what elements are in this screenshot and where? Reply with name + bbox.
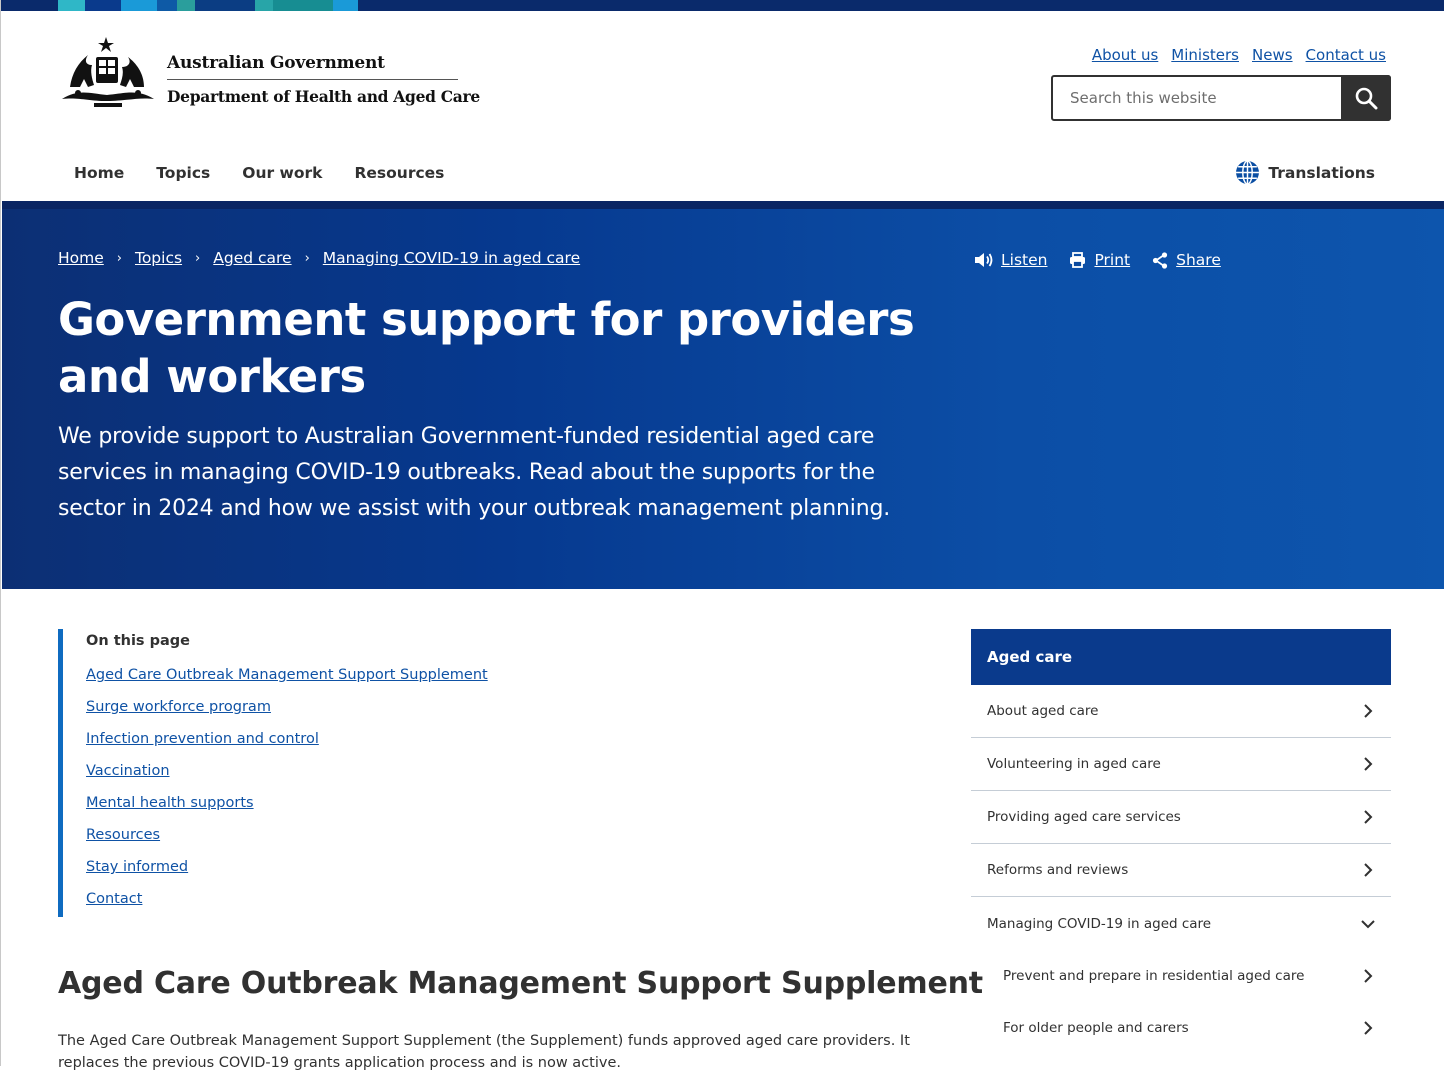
ministers-link[interactable]: Ministers — [1171, 46, 1239, 64]
print-link[interactable]: Print — [1094, 251, 1130, 269]
chevron-right-icon: › — [304, 250, 310, 266]
on-this-page: On this page Aged Care Outbreak Manageme… — [58, 629, 518, 917]
globe-icon — [1236, 160, 1260, 185]
listen-link[interactable]: Listen — [1001, 251, 1047, 269]
logo-divider — [167, 79, 458, 80]
side-nav-label: About aged care — [987, 703, 1099, 719]
section-paragraph: The Aged Care Outbreak Management Suppor… — [58, 1033, 910, 1071]
speaker-icon — [975, 253, 993, 267]
otp-link-mental-health[interactable]: Mental health supports — [86, 795, 254, 811]
org-name-line2: Department of Health and Aged Care — [167, 87, 480, 106]
news-link[interactable]: News — [1252, 46, 1293, 64]
side-navigation: Aged care About aged care Volunteering i… — [971, 629, 1391, 1054]
side-nav-heading[interactable]: Aged care — [971, 629, 1391, 685]
otp-link-stay-informed[interactable]: Stay informed — [86, 859, 188, 875]
otp-link-surge-workforce[interactable]: Surge workforce program — [86, 699, 271, 715]
list-item: Stay informed — [86, 859, 518, 891]
translations-button[interactable]: Translations — [1235, 160, 1375, 185]
org-name-line1: Australian Government — [167, 53, 385, 73]
nav-our-work[interactable]: Our work — [226, 150, 338, 208]
list-item: Aged Care Outbreak Management Support Su… — [86, 667, 518, 699]
otp-link-resources[interactable]: Resources — [86, 827, 160, 843]
search-button[interactable] — [1341, 75, 1391, 121]
chevron-down-icon — [1361, 919, 1375, 928]
share-link[interactable]: Share — [1176, 251, 1221, 269]
translations-label: Translations — [1268, 163, 1375, 182]
chevron-right-icon — [1364, 969, 1373, 983]
list-item: Vaccination — [86, 763, 518, 795]
otp-link-supplement[interactable]: Aged Care Outbreak Management Support Su… — [86, 667, 488, 683]
utility-links: About us Ministers News Contact us — [1092, 46, 1386, 64]
breadcrumb-topics[interactable]: Topics — [135, 249, 182, 267]
list-item: Mental health supports — [86, 795, 518, 827]
breadcrumb-managing-covid[interactable]: Managing COVID-19 in aged care — [323, 249, 580, 267]
list-item: Surge workforce program — [86, 699, 518, 731]
page-intro: We provide support to Australian Governm… — [58, 424, 890, 521]
nav-home[interactable]: Home — [58, 150, 140, 208]
agency-logo[interactable]: Australian Government Department of Heal… — [58, 35, 480, 109]
print-button[interactable]: Print — [1069, 251, 1130, 269]
share-icon — [1153, 251, 1168, 269]
printer-icon — [1070, 252, 1086, 268]
otp-link-contact[interactable]: Contact — [86, 891, 142, 907]
side-nav-label: Providing aged care services — [987, 809, 1181, 825]
share-button[interactable]: Share — [1152, 251, 1221, 269]
side-nav-item-managing-covid[interactable]: Managing COVID-19 in aged care — [971, 897, 1391, 950]
about-us-link[interactable]: About us — [1092, 46, 1158, 64]
page-title: Government support for providers and wor… — [58, 293, 915, 403]
chevron-right-icon — [1364, 863, 1373, 877]
side-nav-label: Volunteering in aged care — [987, 756, 1161, 772]
page-tools: Listen Print Share — [974, 251, 1221, 269]
page-hero: Home › Topics › Aged care › Managing COV… — [2, 201, 1444, 589]
breadcrumb: Home › Topics › Aged care › Managing COV… — [58, 249, 580, 267]
listen-button[interactable]: Listen — [974, 251, 1047, 269]
side-nav-item-volunteering[interactable]: Volunteering in aged care — [971, 738, 1391, 791]
side-nav-label: Managing COVID-19 in aged care — [987, 915, 1212, 932]
list-item: Infection prevention and control — [86, 731, 518, 763]
chevron-right-icon: › — [195, 250, 201, 266]
chevron-right-icon — [1364, 704, 1373, 718]
on-this-page-title: On this page — [86, 633, 190, 649]
section-heading: Aged Care Outbreak Management Support Su… — [58, 966, 983, 1001]
chevron-right-icon: › — [116, 250, 122, 266]
chevron-right-icon — [1364, 810, 1373, 824]
nav-topics[interactable]: Topics — [140, 150, 227, 209]
nav-resources[interactable]: Resources — [338, 150, 460, 208]
side-nav-label: Prevent and prepare in residential aged … — [1003, 968, 1305, 984]
side-nav-item-providing[interactable]: Providing aged care services — [971, 791, 1391, 844]
top-color-stripe — [1, 0, 1444, 11]
main-navigation: Home Topics Our work Resources — [58, 150, 460, 209]
list-item: Contact — [86, 891, 518, 923]
side-nav-subitem-older-people[interactable]: For older people and carers — [971, 1002, 1391, 1054]
contact-us-link[interactable]: Contact us — [1306, 46, 1386, 64]
side-nav-item-reforms[interactable]: Reforms and reviews — [971, 844, 1391, 897]
search-icon — [1355, 87, 1378, 110]
side-nav-label: Reforms and reviews — [987, 862, 1129, 878]
site-search — [1051, 75, 1391, 121]
side-nav-item-about[interactable]: About aged care — [971, 685, 1391, 738]
breadcrumb-home[interactable]: Home — [58, 249, 104, 267]
breadcrumb-aged-care[interactable]: Aged care — [213, 249, 291, 267]
side-nav-label: For older people and carers — [1003, 1020, 1189, 1036]
on-this-page-list: Aged Care Outbreak Management Support Su… — [86, 667, 518, 923]
search-input[interactable] — [1053, 77, 1341, 119]
chevron-right-icon — [1364, 757, 1373, 771]
otp-link-infection-control[interactable]: Infection prevention and control — [86, 731, 319, 747]
otp-link-vaccination[interactable]: Vaccination — [86, 763, 170, 779]
side-nav-subitem-prevent-prepare[interactable]: Prevent and prepare in residential aged … — [971, 950, 1391, 1002]
chevron-right-icon — [1364, 1021, 1373, 1035]
coat-of-arms-icon — [62, 37, 154, 107]
list-item: Resources — [86, 827, 518, 859]
